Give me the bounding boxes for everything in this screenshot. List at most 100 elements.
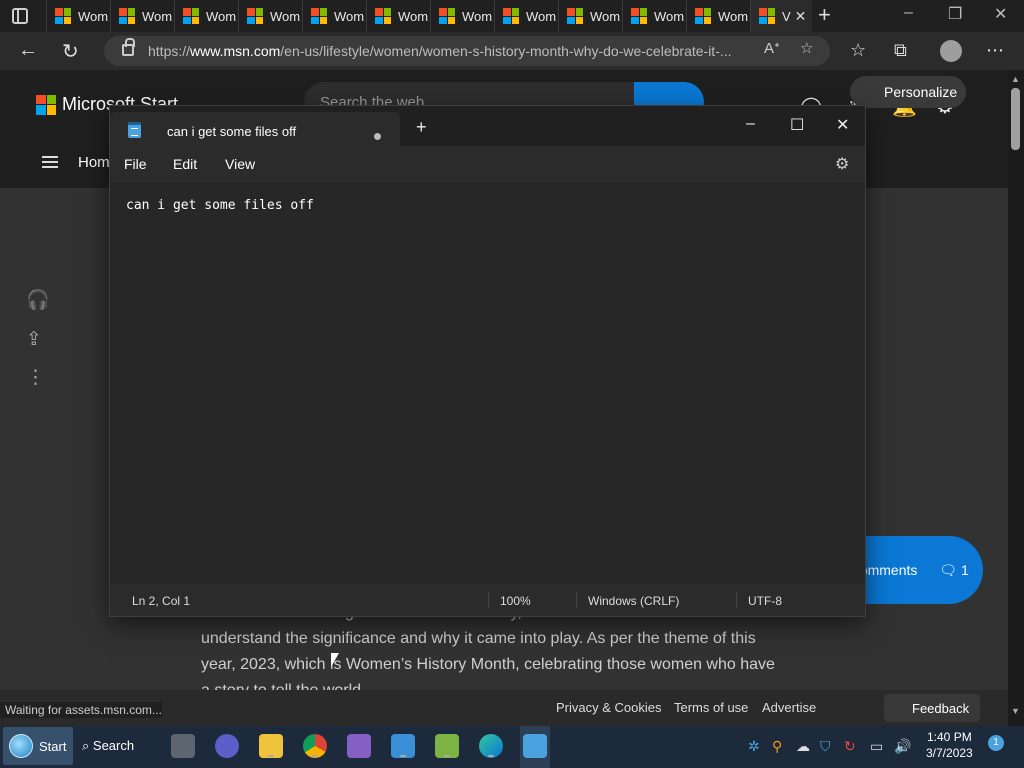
- network-icon[interactable]: ▭: [870, 738, 883, 755]
- notepad-minimize-icon[interactable]: –: [746, 115, 755, 133]
- microsoft-logo-icon: [36, 94, 56, 115]
- notification-badge[interactable]: 1: [988, 735, 1004, 751]
- address-toolbar: ← ↻ https://www.msn.com/en-us/lifestyle/…: [0, 32, 1024, 70]
- privacy-link[interactable]: Privacy & Cookies: [556, 700, 661, 715]
- unsaved-dot-icon[interactable]: [374, 133, 381, 140]
- headphones-icon[interactable]: 🎧: [26, 288, 50, 312]
- visual-studio-icon[interactable]: [347, 734, 371, 758]
- start-button[interactable]: Start: [3, 727, 73, 765]
- browser-tab[interactable]: Wom: [174, 0, 238, 32]
- browser-tab[interactable]: Wom: [430, 0, 494, 32]
- update-icon[interactable]: ↻: [844, 738, 856, 755]
- notepad-maximize-icon[interactable]: ☐: [790, 115, 804, 135]
- back-arrow-icon[interactable]: ←: [18, 39, 38, 62]
- msn-favicon-icon: [695, 8, 711, 24]
- menu-view[interactable]: View: [225, 156, 255, 172]
- tray-search-icon[interactable]: ⚲: [772, 738, 782, 755]
- refresh-icon[interactable]: ↻: [62, 39, 79, 64]
- page-scrollbar[interactable]: ▲ ▼: [1008, 70, 1024, 726]
- share-icon[interactable]: ⇪: [26, 328, 42, 351]
- browser-tab[interactable]: Wom: [46, 0, 110, 32]
- onedrive-icon[interactable]: ☁: [796, 738, 810, 755]
- browser-tab[interactable]: Wom: [302, 0, 366, 32]
- cursor-position: Ln 2, Col 1: [132, 594, 191, 608]
- personalize-label: Personalize: [884, 84, 958, 100]
- scroll-down-icon[interactable]: ▼: [1011, 706, 1020, 716]
- game-app-icon[interactable]: [435, 734, 459, 758]
- read-aloud-icon[interactable]: Aᐩ: [764, 39, 780, 57]
- gear-app-icon[interactable]: [391, 734, 415, 758]
- notepad-text-area[interactable]: can i get some files off: [110, 182, 865, 584]
- browser-tab-active[interactable]: V ✕: [750, 0, 812, 32]
- feedback-button[interactable]: Feedback: [884, 694, 980, 722]
- add-favorite-icon[interactable]: ☆: [800, 39, 813, 57]
- task-view-icon[interactable]: [171, 734, 195, 758]
- favorites-icon[interactable]: ☆: [850, 40, 866, 61]
- scroll-up-icon[interactable]: ▲: [1011, 74, 1020, 84]
- teams-icon[interactable]: [215, 734, 239, 758]
- personalize-button[interactable]: Personalize: [850, 76, 966, 108]
- volume-icon[interactable]: 🔊: [894, 738, 911, 755]
- address-bar[interactable]: https://www.msn.com/en-us/lifestyle/wome…: [104, 36, 830, 66]
- lock-icon[interactable]: [122, 38, 135, 56]
- hamburger-menu-icon[interactable]: [42, 156, 58, 168]
- url-path: /en-us/lifestyle/women/women-s-history-m…: [280, 43, 732, 59]
- file-explorer-icon[interactable]: [259, 734, 283, 758]
- browser-tab[interactable]: Wom: [558, 0, 622, 32]
- tab-actions-icon[interactable]: [12, 8, 28, 24]
- running-indicator: [532, 755, 538, 757]
- running-indicator: [488, 755, 494, 757]
- notepad-menubar: File Edit View ⚙: [110, 146, 865, 182]
- tab-label: Wom: [206, 8, 237, 24]
- msn-favicon-icon: [183, 8, 199, 24]
- notepad-tab-title: can i get some files off: [167, 124, 297, 139]
- msn-favicon-icon: [247, 8, 263, 24]
- browser-tab[interactable]: Wom: [686, 0, 750, 32]
- browser-tab[interactable]: Wom: [238, 0, 302, 32]
- windows-orb-icon: [9, 734, 33, 758]
- taskbar-search-label: Search: [92, 738, 135, 753]
- tab-label: V: [782, 8, 791, 24]
- notepad-settings-icon[interactable]: ⚙: [835, 154, 849, 174]
- more-options-icon[interactable]: ⋯: [986, 40, 1004, 61]
- terms-link[interactable]: Terms of use: [674, 700, 748, 715]
- close-window-icon[interactable]: ✕: [994, 4, 1007, 24]
- minimize-icon[interactable]: –: [904, 4, 913, 22]
- tab-label: Wom: [526, 8, 557, 24]
- chrome-icon[interactable]: [303, 734, 327, 758]
- tab-label: Wom: [718, 8, 749, 24]
- close-tab-icon[interactable]: ✕: [795, 8, 807, 25]
- line-ending: Windows (CRLF): [588, 594, 680, 608]
- browser-tab[interactable]: Wom: [494, 0, 558, 32]
- notepad-content: can i get some files off: [126, 198, 314, 213]
- tray-app-icon[interactable]: ✲: [748, 738, 760, 755]
- edge-icon[interactable]: [479, 734, 503, 758]
- notepad-taskbar-icon[interactable]: [523, 734, 547, 758]
- menu-edit[interactable]: Edit: [173, 156, 197, 172]
- security-icon[interactable]: ⛉: [820, 738, 831, 755]
- advertise-link[interactable]: Advertise: [762, 700, 816, 715]
- restore-icon[interactable]: ❐: [948, 4, 962, 24]
- browser-tab[interactable]: Wom: [622, 0, 686, 32]
- collections-icon[interactable]: ⧉: [894, 40, 907, 61]
- notepad-new-tab-button[interactable]: +: [416, 118, 427, 136]
- clock[interactable]: 1:40 PM 3/7/2023: [926, 729, 973, 761]
- browser-tab[interactable]: Wom: [110, 0, 174, 32]
- notepad-close-icon[interactable]: ✕: [836, 115, 849, 135]
- notepad-icon: [128, 122, 141, 138]
- browser-tab[interactable]: Wom: [366, 0, 430, 32]
- menu-file[interactable]: File: [124, 156, 147, 172]
- profile-avatar[interactable]: [940, 40, 962, 62]
- notepad-tab[interactable]: can i get some files off: [110, 112, 400, 146]
- taskbar-search[interactable]: ⌕ Search: [82, 738, 134, 754]
- msn-favicon-icon: [759, 8, 775, 24]
- tab-label: Wom: [270, 8, 301, 24]
- msn-favicon-icon: [503, 8, 519, 24]
- new-tab-button[interactable]: +: [818, 4, 831, 26]
- notepad-titlebar: can i get some files off + – ☐ ✕: [110, 106, 865, 146]
- msn-favicon-icon: [439, 8, 455, 24]
- more-vertical-icon[interactable]: ⋮: [26, 366, 45, 389]
- tab-strip: Wom Wom Wom Wom Wom Wom Wom Wom Wom Wom …: [46, 0, 812, 32]
- notepad-statusbar: Ln 2, Col 1 100% Windows (CRLF) UTF-8: [110, 584, 865, 616]
- scroll-thumb[interactable]: [1011, 88, 1020, 150]
